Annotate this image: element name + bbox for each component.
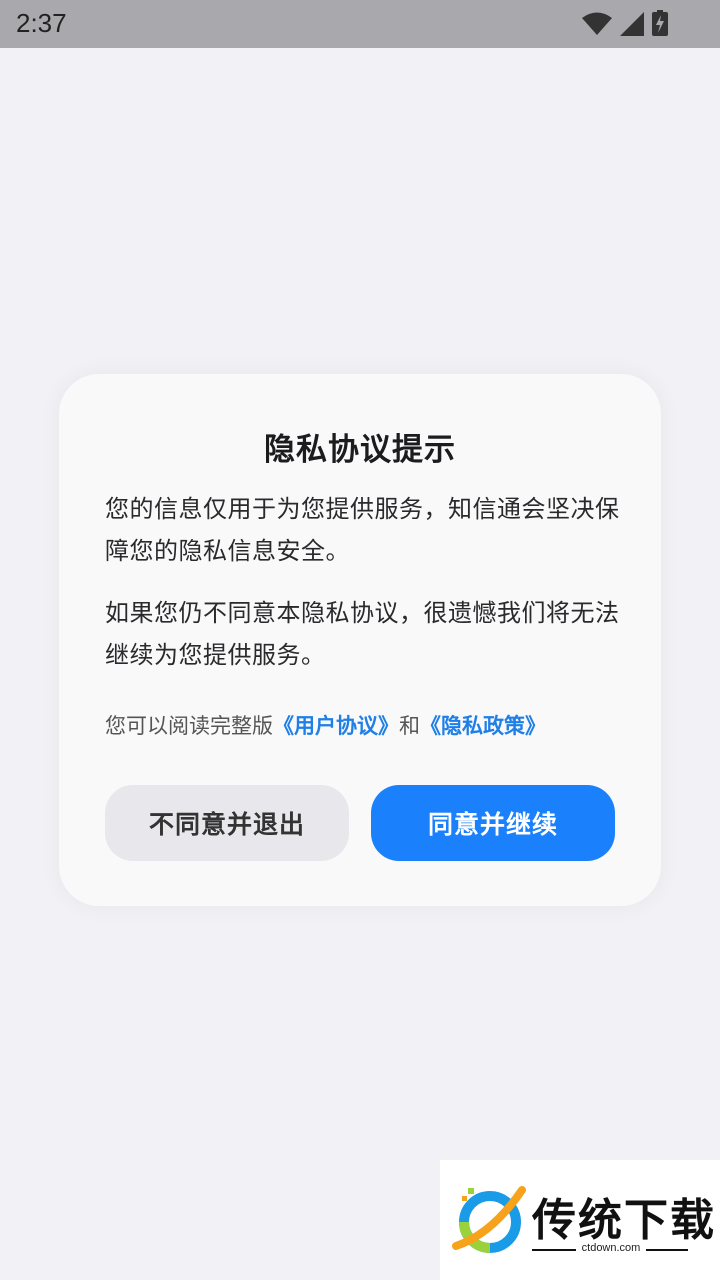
user-agreement-link[interactable]: 《用户协议》 bbox=[273, 714, 399, 738]
signal-icon bbox=[620, 12, 644, 36]
and-text: 和 bbox=[399, 714, 420, 738]
wifi-icon bbox=[582, 12, 612, 36]
decline-warning: 如果您仍不同意本隐私协议，很遗憾我们将无法继续为您提供服务。 bbox=[105, 599, 620, 669]
watermark-site: ctdown.com bbox=[581, 1242, 641, 1254]
battery-charging-icon bbox=[652, 10, 668, 36]
status-bar: 2:37 bbox=[0, 0, 720, 48]
privacy-policy-link[interactable]: 《隐私政策》 bbox=[420, 714, 546, 738]
privacy-dialog: 隐私协议提示 您的信息仅用于为您提供服务，知信通会坚决保障您的隐私信息安全。 如… bbox=[59, 374, 661, 906]
watermark-brand: 传统下载 bbox=[532, 1195, 716, 1246]
status-time: 2:37 bbox=[16, 8, 67, 38]
dialog-title: 隐私协议提示 bbox=[264, 432, 456, 468]
privacy-description: 您的信息仅用于为您提供服务，知信通会坚决保障您的隐私信息安全。 bbox=[105, 495, 620, 565]
read-prefix-text: 您可以阅读完整版 bbox=[105, 714, 273, 738]
decline-exit-button[interactable]: 不同意并退出 bbox=[105, 785, 349, 861]
watermark-divider-right bbox=[646, 1249, 688, 1251]
watermark-divider-left bbox=[532, 1249, 576, 1251]
agreement-links-line: 您可以阅读完整版《用户协议》和《隐私政策》 bbox=[105, 710, 625, 740]
ctdown-logo-icon bbox=[452, 1184, 526, 1262]
accept-continue-button[interactable]: 同意并继续 bbox=[371, 785, 615, 861]
watermark: 传统下载 ctdown.com bbox=[440, 1160, 720, 1280]
